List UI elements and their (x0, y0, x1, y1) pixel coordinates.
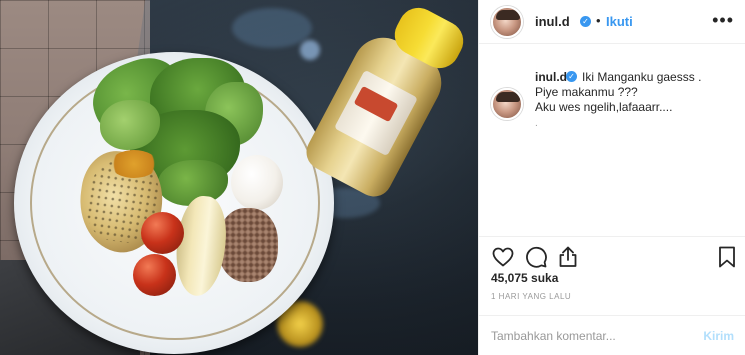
verified-badge-icon: ✓ (566, 71, 577, 82)
caption-avatar[interactable] (491, 88, 523, 120)
caption-line-3: Aku wes ngelih,lafaaarr.... (535, 100, 673, 114)
share-icon[interactable] (556, 245, 580, 269)
more-options-icon[interactable]: ••• (712, 10, 734, 31)
post-comment-button[interactable]: Kirim (703, 329, 734, 343)
post-header: inul.d ✓ • Ikuti ••• (479, 0, 745, 44)
like-count[interactable]: 45,075 suka (491, 271, 558, 285)
sauce (110, 150, 158, 178)
bookmark-icon[interactable] (715, 245, 739, 269)
comment-section: Kirim (479, 315, 745, 355)
boiled-egg (231, 155, 283, 210)
caption-line-1: Iki Manganku gaesss . (582, 70, 702, 84)
post-timestamp[interactable]: 1 HARI YANG LALU (491, 292, 571, 301)
avatar[interactable] (491, 6, 523, 38)
username-link[interactable]: inul.d (535, 14, 570, 29)
post-actions (479, 236, 745, 276)
caption-line-4: . (535, 118, 539, 129)
post-photo[interactable] (0, 0, 478, 355)
comment-input[interactable] (491, 326, 691, 346)
cherry-tomato (133, 254, 176, 296)
follow-button[interactable]: Ikuti (606, 14, 633, 29)
caption-line-2: Piye makanmu ??? (535, 85, 638, 99)
comment-icon[interactable] (524, 245, 548, 269)
verified-badge-icon: ✓ (580, 16, 591, 27)
cherry-tomato (141, 212, 184, 254)
post-sidebar: inul.d ✓ • Ikuti ••• inul.d ✓ Iki Mangan… (478, 0, 745, 355)
caption-username-link[interactable]: inul.d (535, 70, 567, 84)
separator-dot: • (596, 13, 601, 28)
heart-icon[interactable] (491, 245, 515, 269)
minced-meat (218, 208, 278, 282)
light-reflection (232, 8, 312, 48)
light-reflection (300, 40, 320, 60)
